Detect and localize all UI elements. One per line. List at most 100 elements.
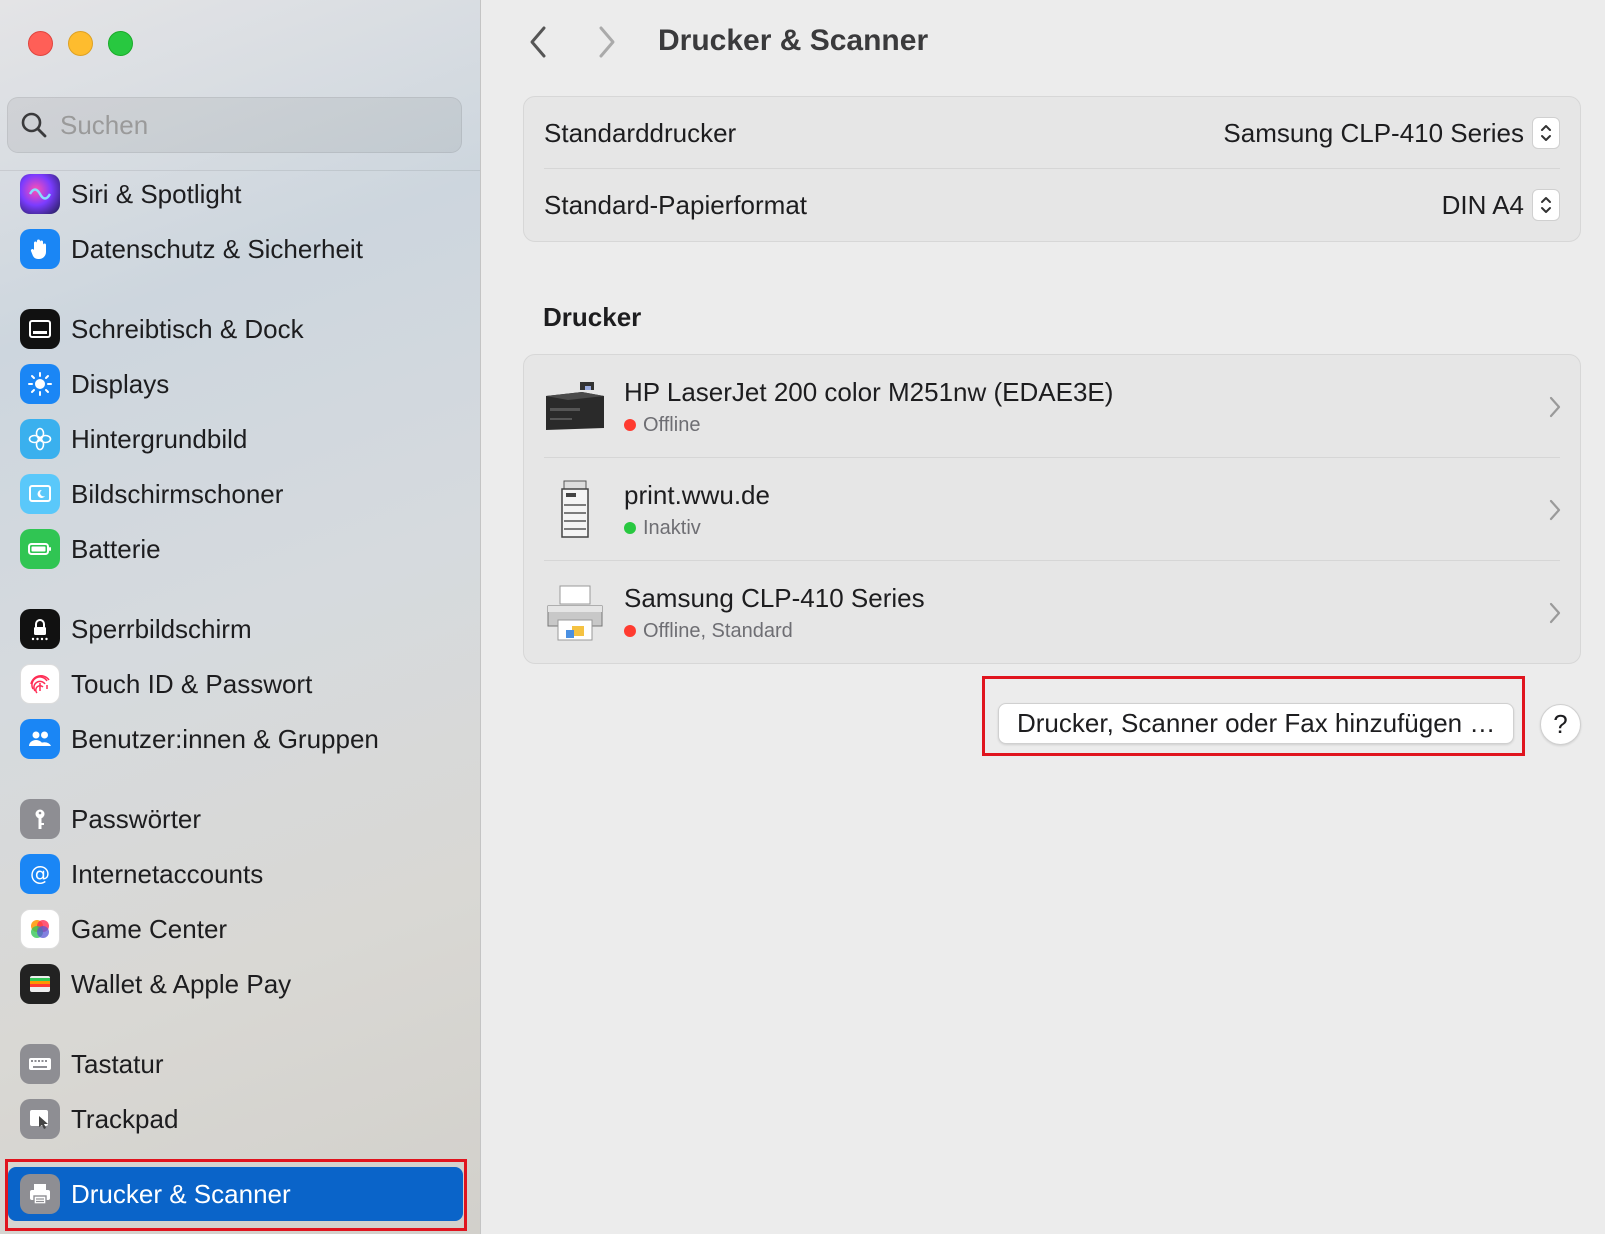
default-paper-row: Standard-Papierformat DIN A4: [524, 169, 1580, 241]
sidebar-item-privacy-security[interactable]: Datenschutz & Sicherheit: [8, 222, 463, 276]
printer-row-wwu[interactable]: print.wwu.de Inaktiv: [524, 458, 1580, 561]
printer-row-samsung[interactable]: Samsung CLP-410 Series Offline, Standard: [524, 561, 1580, 664]
users-icon: [20, 719, 60, 759]
sidebar-item-keyboard[interactable]: Tastatur: [8, 1037, 463, 1091]
main-pane: Drucker & Scanner Standarddrucker Samsun…: [482, 0, 1605, 1234]
sidebar-item-wallet[interactable]: Wallet & Apple Pay: [8, 957, 463, 1011]
flower-icon: [20, 419, 60, 459]
inkjet-printer-icon: [542, 580, 608, 646]
screensaver-icon: [20, 474, 60, 514]
printer-status: Offline, Standard: [624, 620, 925, 643]
sidebar-item-game-center[interactable]: Game Center: [8, 902, 463, 956]
updown-chevron-icon: [1532, 189, 1560, 221]
close-window-button[interactable]: [28, 31, 53, 56]
chevron-right-icon: [1549, 499, 1561, 520]
search-input[interactable]: [60, 109, 440, 141]
office-printer-icon: [542, 477, 608, 543]
printer-icon: [20, 1174, 60, 1214]
sidebar-item-users-groups[interactable]: Benutzer:innen & Gruppen: [8, 712, 463, 766]
default-printer-popup[interactable]: Samsung CLP-410 Series: [1223, 117, 1560, 149]
sidebar-item-printers-scanners[interactable]: Drucker & Scanner: [8, 1167, 463, 1221]
sidebar-item-desktop-dock[interactable]: Schreibtisch & Dock: [8, 302, 463, 356]
printer-status: Inaktiv: [624, 517, 770, 540]
default-paper-label: Standard-Papierformat: [544, 189, 808, 220]
sidebar-item-label: Tastatur: [71, 1048, 164, 1079]
dock-icon: [20, 309, 60, 349]
chevron-right-icon: [1549, 602, 1561, 623]
printer-status-text: Inaktiv: [643, 516, 701, 539]
fingerprint-icon: [20, 664, 60, 704]
lock-icon: [20, 609, 60, 649]
sidebar-item-label: Internetaccounts: [71, 858, 264, 889]
at-icon: @: [20, 854, 60, 894]
trackpad-icon: [20, 1099, 60, 1139]
default-printer-value: Samsung CLP-410 Series: [1223, 117, 1524, 148]
sidebar-item-label: Datenschutz & Sicherheit: [71, 233, 363, 264]
sidebar-item-label: Trackpad: [71, 1103, 179, 1134]
sidebar-item-passwords[interactable]: Passwörter: [8, 792, 463, 846]
svg-text:@: @: [30, 862, 50, 886]
printers-list: HP LaserJet 200 color M251nw (EDAE3E) Of…: [523, 354, 1581, 664]
sidebar-item-wallpaper[interactable]: Hintergrundbild: [8, 412, 463, 466]
sidebar-item-label: Batterie: [71, 533, 161, 564]
hand-icon: [20, 229, 60, 269]
status-dot: [624, 625, 636, 637]
sidebar-item-label: Hintergrundbild: [71, 423, 248, 454]
page-title: Drucker & Scanner: [658, 24, 929, 57]
sidebar-item-displays[interactable]: Displays: [8, 357, 463, 411]
sidebar-item-label: Passwörter: [71, 803, 202, 834]
printer-status: Offline: [624, 414, 1113, 437]
default-paper-value: DIN A4: [1441, 189, 1524, 220]
sidebar-item-label: Game Center: [71, 913, 228, 944]
forward-button[interactable]: [587, 22, 627, 62]
printer-status-text: Offline, Standard: [643, 619, 793, 642]
add-printer-button[interactable]: Drucker, Scanner oder Fax hinzufügen …: [998, 703, 1515, 744]
sidebar: Siri & Spotlight Datenschutz & Sicherhei…: [0, 0, 481, 1234]
sidebar-item-label: Bildschirmschoner: [71, 478, 284, 509]
printer-name: print.wwu.de: [624, 479, 770, 510]
sidebar-item-label: Sperrbildschirm: [71, 613, 252, 644]
default-printer-row: Standarddrucker Samsung CLP-410 Series: [524, 97, 1580, 169]
default-paper-popup[interactable]: DIN A4: [1442, 189, 1560, 221]
chevron-right-icon: [599, 26, 615, 58]
minimize-window-button[interactable]: [68, 31, 93, 56]
sidebar-item-touch-id[interactable]: Touch ID & Passwort: [8, 657, 463, 711]
siri-icon: [20, 174, 60, 214]
search-icon: [21, 112, 47, 138]
sun-icon: [20, 364, 60, 404]
window-controls: [28, 31, 133, 56]
battery-icon: [20, 529, 60, 569]
printers-heading: Drucker: [543, 302, 642, 332]
sidebar-item-screensaver[interactable]: Bildschirmschoner: [8, 467, 463, 521]
zoom-window-button[interactable]: [108, 31, 133, 56]
sidebar-item-label: Touch ID & Passwort: [71, 668, 313, 699]
back-button[interactable]: [518, 22, 558, 62]
sidebar-item-battery[interactable]: Batterie: [8, 522, 463, 576]
default-printer-label: Standarddrucker: [544, 117, 737, 148]
game-center-icon: [20, 909, 60, 949]
sidebar-item-label: Schreibtisch & Dock: [71, 313, 304, 344]
updown-chevron-icon: [1532, 117, 1560, 149]
printer-name: HP LaserJet 200 color M251nw (EDAE3E): [624, 376, 1114, 407]
sidebar-item-internet-accounts[interactable]: @ Internetaccounts: [8, 847, 463, 901]
sidebar-item-label: Displays: [71, 368, 170, 399]
key-icon: [20, 799, 60, 839]
sidebar-item-trackpad[interactable]: Trackpad: [8, 1092, 463, 1146]
keyboard-icon: [20, 1044, 60, 1084]
chevron-left-icon: [530, 26, 546, 58]
chevron-right-icon: [1549, 396, 1561, 417]
sidebar-item-siri-spotlight[interactable]: Siri & Spotlight: [8, 167, 463, 221]
wallet-icon: [20, 964, 60, 1004]
sidebar-item-lock-screen[interactable]: Sperrbildschirm: [8, 602, 463, 656]
defaults-group: Standarddrucker Samsung CLP-410 Series S…: [523, 96, 1581, 242]
printer-name: Samsung CLP-410 Series: [624, 582, 925, 613]
search-field[interactable]: [7, 97, 462, 153]
sidebar-item-label: Drucker & Scanner: [71, 1178, 291, 1209]
status-dot: [624, 522, 636, 534]
printer-row-hp[interactable]: HP LaserJet 200 color M251nw (EDAE3E) Of…: [524, 355, 1580, 458]
sidebar-item-label: Siri & Spotlight: [71, 178, 242, 209]
printer-status-text: Offline: [643, 413, 701, 436]
help-button[interactable]: ?: [1540, 704, 1581, 745]
laser-printer-icon: [542, 374, 608, 440]
sidebar-item-label: Benutzer:innen & Gruppen: [71, 723, 379, 754]
